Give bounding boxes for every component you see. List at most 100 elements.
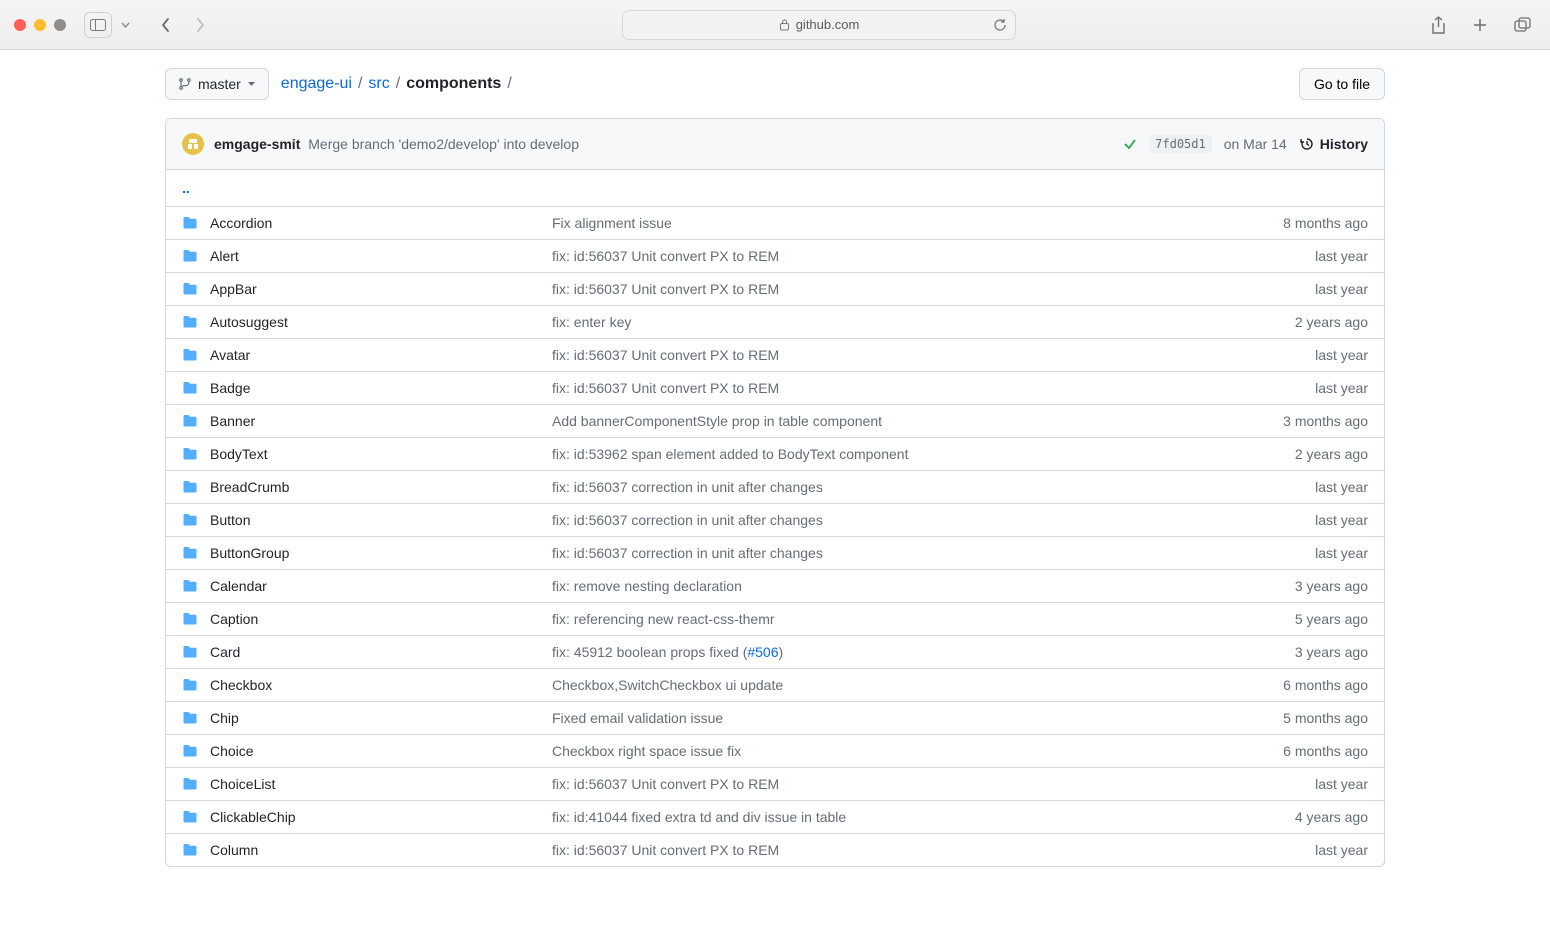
directory-link[interactable]: BodyText (210, 446, 268, 462)
file-row: Button fix: id:56037 correction in unit a… (166, 504, 1384, 537)
directory-link[interactable]: Button (210, 512, 250, 528)
commit-message-link[interactable]: fix: id:56037 Unit convert PX to REM (552, 281, 1228, 297)
commit-sha[interactable]: 7fd05d1 (1149, 135, 1212, 153)
directory-link[interactable]: BreadCrumb (210, 479, 289, 495)
commit-message[interactable]: Merge branch 'demo2/develop' into develo… (308, 136, 579, 152)
forward-button[interactable] (186, 12, 214, 38)
directory-link[interactable]: Chip (210, 710, 239, 726)
folder-icon (182, 314, 198, 330)
file-row: Alert fix: id:56037 Unit convert PX to RE… (166, 240, 1384, 273)
directory-link[interactable]: Choice (210, 743, 254, 759)
directory-link[interactable]: ButtonGroup (210, 545, 289, 561)
history-icon (1299, 136, 1315, 152)
commit-message-link[interactable]: fix: id:56037 correction in unit after c… (552, 512, 1228, 528)
directory-link[interactable]: Alert (210, 248, 239, 264)
folder-icon (182, 611, 198, 627)
chevron-down-icon[interactable] (118, 22, 132, 28)
branch-select-button[interactable]: master (165, 68, 269, 100)
commit-author[interactable]: emgage-smit (214, 136, 300, 152)
commit-age: 2 years ago (1228, 446, 1368, 462)
file-row: ChipFixed email validation issue5 months… (166, 702, 1384, 735)
directory-link[interactable]: Caption (210, 611, 258, 627)
folder-icon (182, 809, 198, 825)
folder-icon (182, 215, 198, 231)
directory-link[interactable]: Checkbox (210, 677, 272, 693)
chevron-left-icon (160, 17, 172, 33)
file-row: ChoiceList fix: id:56037 Unit convert PX … (166, 768, 1384, 801)
commit-message-link[interactable]: Fix alignment issue (552, 215, 1228, 231)
breadcrumb-path-1[interactable]: src (368, 75, 389, 93)
directory-link[interactable]: Autosuggest (210, 314, 288, 330)
commit-message-link[interactable]: Add bannerComponentStyle prop in table c… (552, 413, 1228, 429)
folder-icon (182, 413, 198, 429)
latest-commit-bar: emgage-smit Merge branch 'demo2/develop'… (166, 119, 1384, 170)
commit-message-link[interactable]: fix: id:56037 correction in unit after c… (552, 479, 1228, 495)
parent-directory-link[interactable]: .. (182, 180, 190, 196)
parent-directory-row[interactable]: .. (166, 170, 1384, 207)
file-row: Banner Add bannerComponentStyle prop in t… (166, 405, 1384, 438)
file-row: AppBar fix: id:56037 Unit convert PX to R… (166, 273, 1384, 306)
commit-message-link[interactable]: Fixed email validation issue (552, 710, 1228, 726)
commit-message-link[interactable]: fix: id:41044 fixed extra td and div iss… (552, 809, 1228, 825)
directory-link[interactable]: ChoiceList (210, 776, 275, 792)
tabs-overview-button[interactable] (1508, 12, 1536, 38)
file-row: ButtonGroup fix: id:56037 correction in u… (166, 537, 1384, 570)
directory-link[interactable]: Column (210, 842, 258, 858)
window-close-button[interactable] (14, 19, 26, 31)
commit-message-link[interactable]: fix: 45912 boolean props fixed (#506) (552, 644, 1228, 660)
author-avatar[interactable] (182, 133, 204, 155)
commit-age: 5 years ago (1228, 611, 1368, 627)
folder-icon (182, 743, 198, 759)
directory-link[interactable]: Card (210, 644, 240, 660)
commit-message-link[interactable]: fix: enter key (552, 314, 1228, 330)
file-row: Calendar fix: remove nesting declaration3… (166, 570, 1384, 603)
breadcrumb-repo[interactable]: engage-ui (281, 75, 352, 93)
go-to-file-button[interactable]: Go to file (1299, 68, 1385, 100)
repo-file-browser: master engage-ui / src / components / Go… (165, 50, 1385, 867)
tabs-icon (1514, 17, 1531, 32)
pr-link[interactable]: #506 (747, 644, 778, 660)
window-minimize-button[interactable] (34, 19, 46, 31)
commit-message-link[interactable]: fix: id:56037 Unit convert PX to REM (552, 248, 1228, 264)
history-link[interactable]: History (1299, 136, 1368, 152)
directory-link[interactable]: Avatar (210, 347, 250, 363)
chevron-right-icon (194, 17, 206, 33)
directory-link[interactable]: Accordion (210, 215, 272, 231)
avatar-icon (186, 137, 200, 151)
directory-link[interactable]: AppBar (210, 281, 257, 297)
directory-link[interactable]: Banner (210, 413, 255, 429)
commit-age: last year (1228, 545, 1368, 561)
commit-age: last year (1228, 512, 1368, 528)
share-button[interactable] (1424, 12, 1452, 38)
commit-message-link[interactable]: fix: id:56037 correction in unit after c… (552, 545, 1228, 561)
checks-status-icon[interactable] (1123, 137, 1137, 151)
commit-age: 4 years ago (1228, 809, 1368, 825)
commit-message-link[interactable]: fix: id:53962 span element added to Body… (552, 446, 1228, 462)
directory-link[interactable]: ClickableChip (210, 809, 296, 825)
commit-age: 3 years ago (1228, 578, 1368, 594)
commit-message-link[interactable]: Checkbox right space issue fix (552, 743, 1228, 759)
sidebar-toggle-button[interactable] (84, 12, 112, 38)
refresh-button[interactable] (993, 18, 1007, 32)
commit-message-link[interactable]: fix: id:56037 Unit convert PX to REM (552, 776, 1228, 792)
commit-message-link[interactable]: fix: id:56037 Unit convert PX to REM (552, 842, 1228, 858)
commit-message-link[interactable]: fix: remove nesting declaration (552, 578, 1228, 594)
commit-message-link[interactable]: fix: referencing new react-css-themr (552, 611, 1228, 627)
folder-icon (182, 248, 198, 264)
directory-link[interactable]: Calendar (210, 578, 267, 594)
window-zoom-button[interactable] (54, 19, 66, 31)
directory-link[interactable]: Badge (210, 380, 250, 396)
commit-message-link[interactable]: Checkbox,SwitchCheckbox ui update (552, 677, 1228, 693)
commit-age: 6 months ago (1228, 743, 1368, 759)
file-row: BodyText fix: id:53962 span element added… (166, 438, 1384, 471)
file-listing-box: emgage-smit Merge branch 'demo2/develop'… (165, 118, 1385, 867)
commit-message-link[interactable]: fix: id:56037 Unit convert PX to REM (552, 347, 1228, 363)
address-bar[interactable]: github.com (622, 10, 1016, 40)
back-button[interactable] (152, 12, 180, 38)
plus-icon (1472, 17, 1488, 33)
folder-icon (182, 479, 198, 495)
commit-age: last year (1228, 842, 1368, 858)
commit-message-link[interactable]: fix: id:56037 Unit convert PX to REM (552, 380, 1228, 396)
new-tab-button[interactable] (1466, 12, 1494, 38)
commit-age: last year (1228, 248, 1368, 264)
